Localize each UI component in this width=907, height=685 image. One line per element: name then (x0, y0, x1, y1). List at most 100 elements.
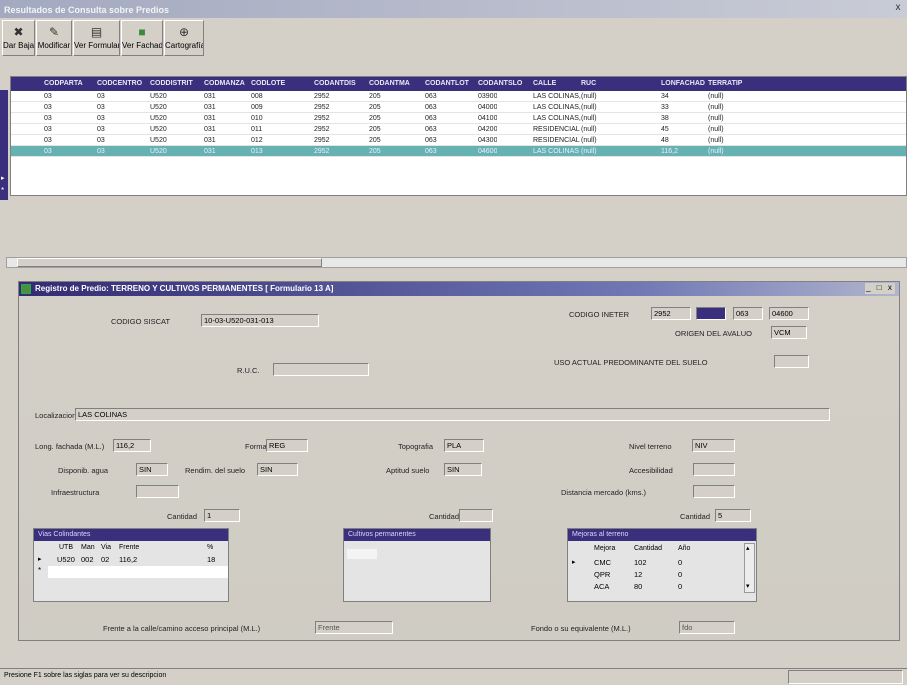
ver-fachada-button[interactable]: ■ Ver Fachada (121, 20, 163, 56)
table-row[interactable]: ACA 80 0 (586, 581, 736, 590)
grid-column-header[interactable]: CODANTLOT (425, 77, 469, 91)
scroll-down-icon[interactable]: ▾ (746, 582, 750, 590)
forma-field[interactable]: REG (266, 439, 308, 452)
horizontal-scrollbar[interactable] (6, 257, 907, 268)
ver-formulario-button[interactable]: ▤Ver Formulario (73, 20, 120, 56)
grid-cell: 03 (97, 104, 105, 111)
grid-cell: (null) (581, 104, 597, 111)
grid-cell: U520 (150, 93, 167, 100)
nivel-terreno-field[interactable]: NIV (692, 439, 735, 452)
table-row[interactable]: 03 03 U520 031 013 2952 205 063 04600 LAS COLINAS… (11, 146, 906, 157)
grid-column-header[interactable]: CODCENTRO (97, 77, 142, 91)
disponib-agua-field[interactable]: SIN (136, 463, 168, 476)
cartografia-button[interactable]: ⊕ Cartografía (164, 20, 204, 56)
scroll-up-icon[interactable]: ▴ (746, 544, 750, 552)
cultivos-cell[interactable] (347, 549, 377, 559)
modificar-button[interactable]: ✎ Modificar (36, 20, 72, 56)
results-grid[interactable]: CODPARTA CODCENTRO CODDISTRIT CODMANZA CODLO… (10, 76, 907, 196)
distancia-mercado-field[interactable] (693, 485, 735, 498)
frente-calle-field[interactable]: Frente (315, 621, 393, 634)
grid-column-header[interactable]: LONFACHAD (661, 77, 705, 91)
grid-column-header[interactable]: TERRATIP (708, 77, 742, 91)
grid-column-header[interactable]: CODMANZA (204, 77, 245, 91)
aptitud-suelo-label: Aptitud suelo (386, 466, 430, 475)
grid-cell: 2952 (314, 137, 330, 144)
grid-cell: 38 (661, 115, 669, 122)
grid-cell: 04000 (478, 104, 498, 111)
ineter-field-2[interactable]: 205 (696, 307, 726, 320)
window-controls[interactable]: _ □ x (865, 283, 895, 294)
vias-cantidad-field[interactable]: 1 (204, 509, 240, 522)
grid-cell: 205 (369, 126, 381, 133)
grid-cell: (null) (581, 148, 597, 155)
mejoras-terreno-grid[interactable]: Mejoras al terreno Mejora Cantidad Año ▸… (567, 528, 757, 602)
origen-avaluo-field[interactable]: VCM (771, 326, 807, 339)
grid-cell: 205 (369, 115, 381, 122)
grid-cell: 116,2 (661, 148, 678, 155)
table-row[interactable]: 03 03 U520 031 009 2952 205 063 04000 LAS COLINAS… (11, 102, 906, 113)
rendim-suelo-field[interactable]: SIN (257, 463, 298, 476)
mejoras-cell: QPR (594, 570, 611, 579)
table-row[interactable]: 03 03 U520 031 010 2952 205 063 04100 LAS COLINAS… (11, 113, 906, 124)
table-row[interactable]: 03 03 U520 031 008 2952 205 063 03900 LAS COLINAS… (11, 91, 906, 102)
grid-cell: LAS COLINAS, (533, 93, 581, 100)
cultivos-cantidad-field[interactable] (459, 509, 493, 522)
table-row[interactable]: CMC 102 0 (586, 557, 736, 568)
mejoras-cantidad-field[interactable]: 5 (715, 509, 751, 522)
grid-column-header[interactable]: CODANTDIS (314, 77, 356, 91)
grid-row-selector[interactable]: ▸ * (0, 90, 8, 200)
grid-column-header[interactable]: CODANTMA (369, 77, 410, 91)
form-title: Registro de Predio: TERRENO Y CULTIVOS P… (19, 282, 899, 296)
ruc-field[interactable] (273, 363, 369, 376)
ineter-field-3[interactable]: 063 (733, 307, 763, 320)
ineter-field-4[interactable]: 04600 (769, 307, 809, 320)
ineter-field-1[interactable]: 2952 (651, 307, 691, 320)
grid-cell: 03 (44, 104, 52, 111)
close-icon[interactable]: x (891, 2, 905, 15)
scrollbar-thumb[interactable] (17, 258, 322, 267)
grid-cell: (null) (581, 137, 597, 144)
grid-cell: 04100 (478, 115, 498, 122)
grid-column-header[interactable]: CODDISTRIT (150, 77, 193, 91)
grid-cell: 2952 (314, 104, 330, 111)
cultivos-permanentes-grid[interactable]: Cultivos permanentes (343, 528, 491, 602)
grid-cell: 2952 (314, 93, 330, 100)
uso-actual-field[interactable] (774, 355, 809, 368)
aptitud-suelo-field[interactable]: SIN (444, 463, 482, 476)
vias-colindantes-grid[interactable]: Vias Colindantes UTB Man Via Frente % ▸ … (33, 528, 229, 602)
grid-cell: RESIDENCIAL (533, 137, 580, 144)
grid-cell: 04200 (478, 126, 498, 133)
grid-column-header[interactable]: RUC (581, 77, 596, 91)
mejoras-cell: 0 (678, 582, 683, 590)
table-row[interactable]: U520 002 02 116,2 18 (48, 554, 228, 566)
mejoras-cell: 0 (678, 558, 683, 567)
table-row[interactable]: 03 03 U520 031 012 2952 205 063 04300 RESIDENCIAL… (11, 135, 906, 146)
grid-cell: RESIDENCIAL (533, 126, 580, 133)
grid-cell: 031 (204, 126, 216, 133)
accesibilidad-field[interactable] (693, 463, 735, 476)
grid-column-header[interactable]: CODANTSLO (478, 77, 522, 91)
grid-cell: (null) (708, 93, 724, 100)
toolbar: ✖Dar Baja ✎Modificar ▤Ver Formulario ■Ve… (0, 18, 907, 60)
grid-column-header[interactable]: CODPARTA (44, 77, 83, 91)
grid-cell: 013 (251, 148, 263, 155)
grid-cell: LAS COLINAS, (533, 115, 581, 122)
infraestructura-field[interactable] (136, 485, 179, 498)
table-row[interactable]: QPR 12 0 (586, 569, 736, 580)
topografia-field[interactable]: PLA (444, 439, 484, 452)
table-row[interactable]: 03 03 U520 031 011 2952 205 063 04200 RESIDENCIAL… (11, 124, 906, 135)
mejoras-scrollbar[interactable]: ▴ ▾ (744, 543, 755, 593)
long-fachada-field[interactable]: 116,2 (113, 439, 151, 452)
infraestructura-label: Infraestructura (51, 488, 100, 497)
grid-empty-area (10, 196, 907, 256)
grid-column-header[interactable]: CODLOTE (251, 77, 285, 91)
new-row[interactable] (48, 566, 228, 578)
codigo-siscat-field[interactable]: 10-03-U520-031-013 (201, 314, 319, 327)
grid-cell: 205 (369, 148, 381, 155)
fondo-field[interactable]: fdo (679, 621, 735, 634)
localizacion-field[interactable]: LAS COLINAS (75, 408, 830, 421)
mejoras-cantidad-label: Cantidad (680, 512, 711, 521)
vias-cell-man: 002 (81, 555, 94, 564)
dar-baja-button[interactable]: ✖ Dar Baja (2, 20, 35, 56)
grid-column-header[interactable]: CALLE (533, 77, 556, 91)
